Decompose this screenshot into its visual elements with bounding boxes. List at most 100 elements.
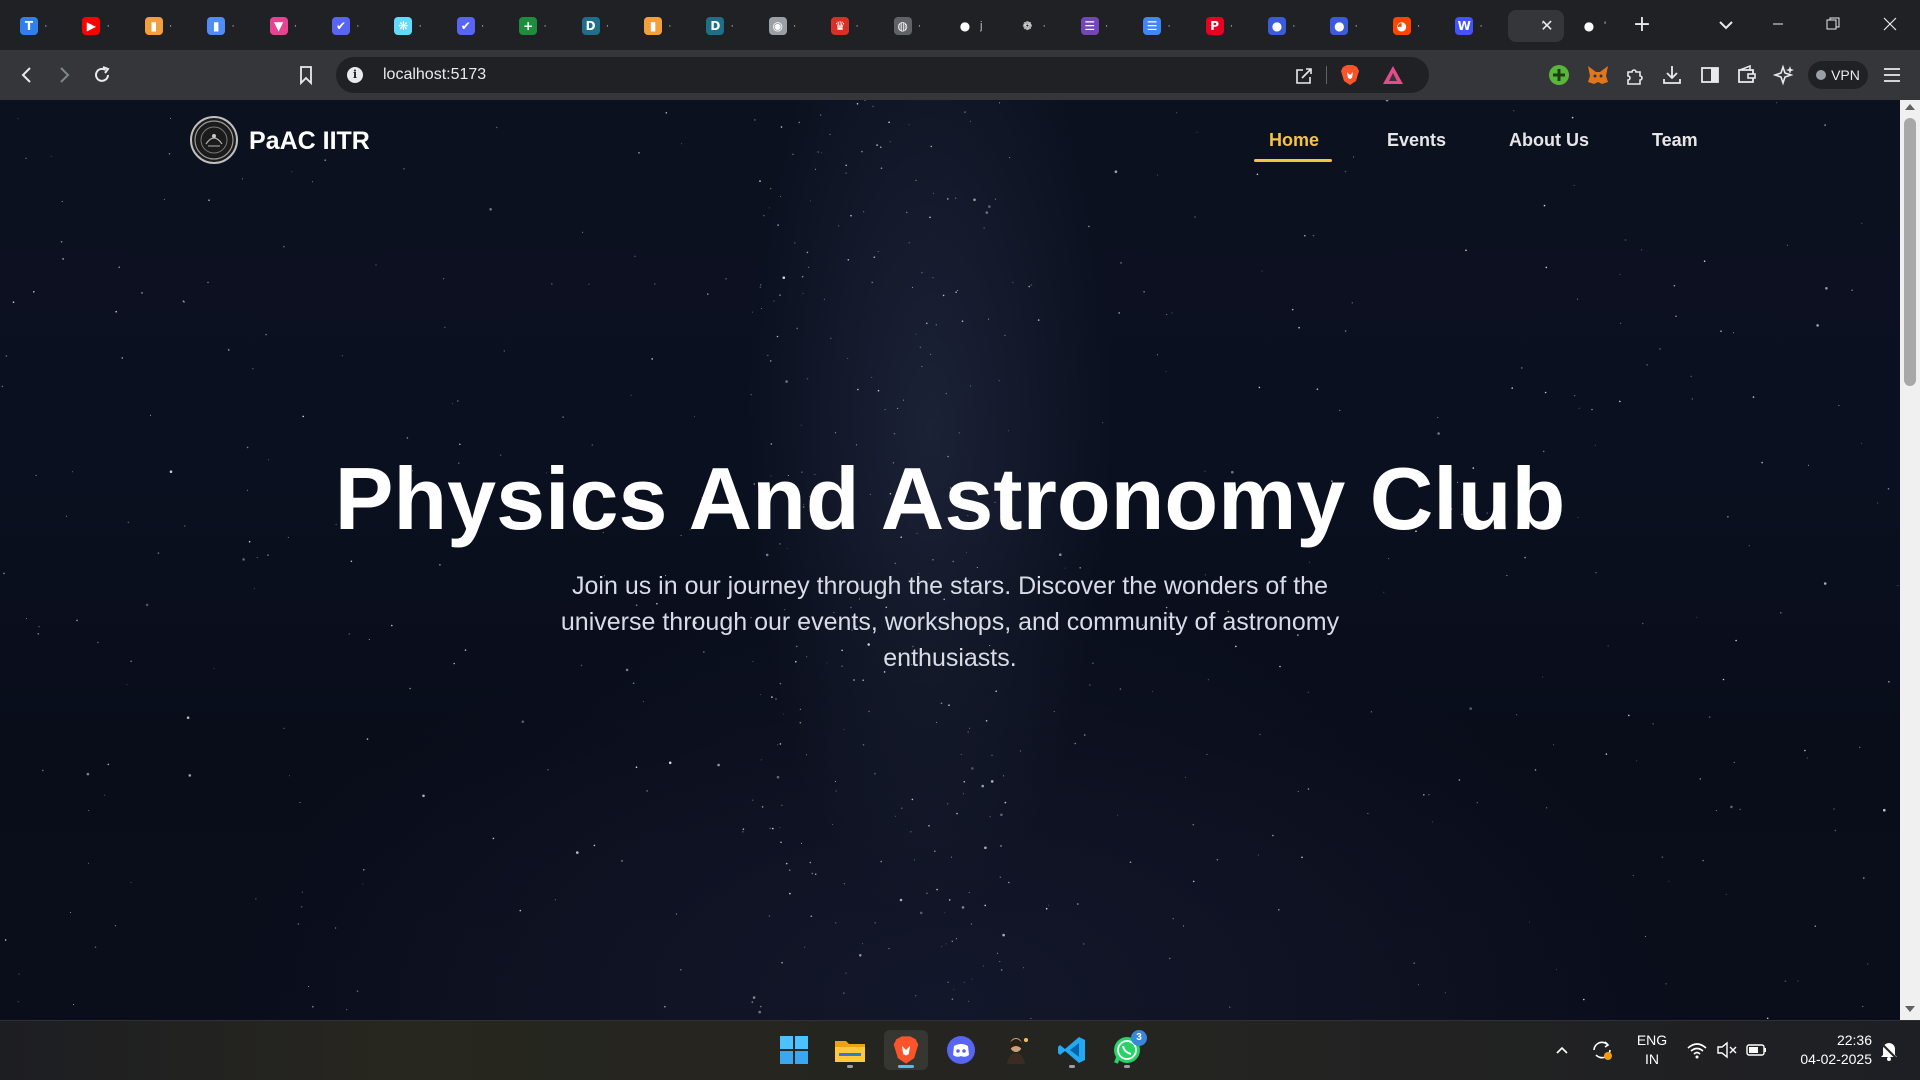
tab-favicon-vite-icon: ▼ <box>269 17 288 35</box>
file-explorer-button[interactable] <box>828 1030 872 1070</box>
sidebar-toggle-icon[interactable] <box>1698 63 1722 87</box>
tab-search-button[interactable] <box>1713 12 1739 38</box>
browser-tab[interactable]: P · <box>1196 10 1244 42</box>
nav-events[interactable]: Events <box>1387 130 1446 151</box>
site-info-icon[interactable]: i <box>347 67 363 83</box>
photo-app-button[interactable] <box>995 1030 1039 1070</box>
browser-tab[interactable]: ● · <box>1320 10 1368 42</box>
browser-tab[interactable]: D · <box>696 10 744 42</box>
tab-title: · <box>231 20 235 32</box>
show-hidden-icons-button[interactable] <box>1550 1020 1574 1080</box>
hero-subtitle: Join us in our journey through the stars… <box>560 572 1340 672</box>
browser-tab[interactable]: ' ✕ <box>1507 10 1564 42</box>
battery-button[interactable] <box>1744 1020 1770 1080</box>
reload-button[interactable] <box>88 62 116 88</box>
brave-shields-icon[interactable] <box>1340 64 1360 86</box>
running-indicator <box>1069 1065 1075 1068</box>
scrollbar-thumb[interactable] <box>1904 118 1916 386</box>
vpn-button[interactable]: VPN <box>1808 61 1868 89</box>
browser-tab[interactable]: ● · <box>1258 10 1306 42</box>
browser-tab[interactable]: ✔ · <box>322 10 370 42</box>
browser-tab[interactable]: ❁ · <box>1008 10 1056 42</box>
browser-tab[interactable]: T · <box>10 10 58 42</box>
browser-tab[interactable]: W · <box>1445 10 1493 42</box>
forward-button[interactable] <box>50 62 78 88</box>
clock[interactable]: 22:36 04-02-2025 <box>1782 1031 1872 1069</box>
browser-tab[interactable]: ❋ · <box>384 10 432 42</box>
downloads-icon[interactable] <box>1660 63 1684 87</box>
green-plus-extension-icon[interactable] <box>1547 63 1571 87</box>
brave-rewards-icon[interactable] <box>1382 65 1404 85</box>
extensions-icon[interactable] <box>1623 63 1647 87</box>
tab-favicon-react-icon: ❋ <box>394 17 413 35</box>
wifi-icon <box>1687 1043 1707 1059</box>
discord-button[interactable] <box>939 1030 983 1070</box>
browser-tab[interactable]: ♛ · <box>821 10 869 42</box>
tab-title: · <box>605 20 610 32</box>
browser-tab[interactable]: ▶ · <box>72 10 120 42</box>
tab-title: · <box>855 20 859 32</box>
restore-icon <box>1826 17 1840 30</box>
restore-button[interactable] <box>1813 8 1853 40</box>
brand-name[interactable]: PaAC IITR <box>249 127 370 156</box>
tab-favicon-github-2-icon: ● <box>1580 17 1598 35</box>
metamask-extension-icon[interactable] <box>1586 63 1610 87</box>
url-text[interactable]: localhost:5173 <box>383 66 486 84</box>
active-indicator <box>898 1065 914 1068</box>
browser-tab[interactable]: ● j <box>946 10 994 42</box>
browser-tab[interactable]: ✔ · <box>447 10 495 42</box>
browser-tab[interactable]: ▼ · <box>260 10 308 42</box>
vscode-button[interactable] <box>1050 1030 1094 1070</box>
close-tab-icon[interactable]: ✕ <box>1540 16 1553 35</box>
running-indicator <box>1124 1065 1130 1068</box>
browser-tab[interactable]: ◉ · <box>759 10 807 42</box>
tab-favicon-d-icon: D <box>581 17 600 35</box>
tab-favicon-current-icon <box>1517 17 1536 35</box>
volume-button[interactable] <box>1714 1020 1740 1080</box>
tab-title: · <box>1479 20 1483 32</box>
tab-title: · <box>1416 20 1421 32</box>
page-scrollbar[interactable] <box>1900 100 1920 1020</box>
browser-tab[interactable]: ● ' <box>1570 10 1618 42</box>
browser-tab[interactable]: + · <box>509 10 557 42</box>
wallet-icon[interactable] <box>1735 63 1759 87</box>
leo-ai-icon[interactable] <box>1772 63 1796 87</box>
nav-about-us[interactable]: About Us <box>1509 130 1589 151</box>
bookmark-button[interactable] <box>292 62 320 88</box>
nav-home[interactable]: Home <box>1269 130 1319 151</box>
browser-tab[interactable]: ▮ · <box>634 10 682 42</box>
browser-tab[interactable]: D · <box>572 10 620 42</box>
scroll-down-arrow-icon[interactable] <box>1905 1006 1915 1012</box>
notification-bell-icon <box>1880 1042 1898 1061</box>
tab-favicon-blue-2-icon: ● <box>1330 17 1349 35</box>
nav-team[interactable]: Team <box>1652 130 1698 151</box>
browser-tab[interactable]: ◕ · <box>1383 10 1431 42</box>
tab-title: · <box>1104 20 1109 32</box>
start-button[interactable] <box>772 1030 816 1070</box>
browser-tab[interactable]: ☰ · <box>1071 10 1119 42</box>
menu-icon[interactable] <box>1880 63 1904 87</box>
close-window-button[interactable] <box>1870 8 1910 40</box>
language-indicator[interactable]: ENG IN <box>1632 1031 1672 1069</box>
browser-tab[interactable]: ☰ · <box>1133 10 1181 42</box>
new-tab-button[interactable]: + <box>1628 10 1656 38</box>
scroll-up-arrow-icon[interactable] <box>1905 104 1915 110</box>
tab-title: · <box>1042 20 1047 32</box>
tab-title: · <box>543 20 547 32</box>
tab-favicon-tanstack-icon: ✔ <box>332 17 350 35</box>
brave-browser-button[interactable] <box>884 1030 928 1070</box>
minimize-button[interactable] <box>1758 8 1798 40</box>
whatsapp-button[interactable]: 3 <box>1105 1030 1149 1070</box>
browser-tab[interactable]: ▮ · <box>135 10 183 42</box>
sync-status-button[interactable] <box>1588 1020 1616 1080</box>
tab-title: · <box>1354 20 1359 32</box>
share-icon[interactable] <box>1294 66 1314 86</box>
wifi-button[interactable] <box>1683 1020 1711 1080</box>
club-logo[interactable] <box>190 116 238 164</box>
address-bar[interactable]: i localhost:5173 <box>336 57 1429 93</box>
browser-tab[interactable]: ▮ · <box>197 10 245 42</box>
back-button[interactable] <box>13 62 41 88</box>
close-icon <box>1883 17 1897 31</box>
notifications-button[interactable] <box>1876 1020 1902 1080</box>
browser-tab[interactable]: ◍ · <box>884 10 932 42</box>
